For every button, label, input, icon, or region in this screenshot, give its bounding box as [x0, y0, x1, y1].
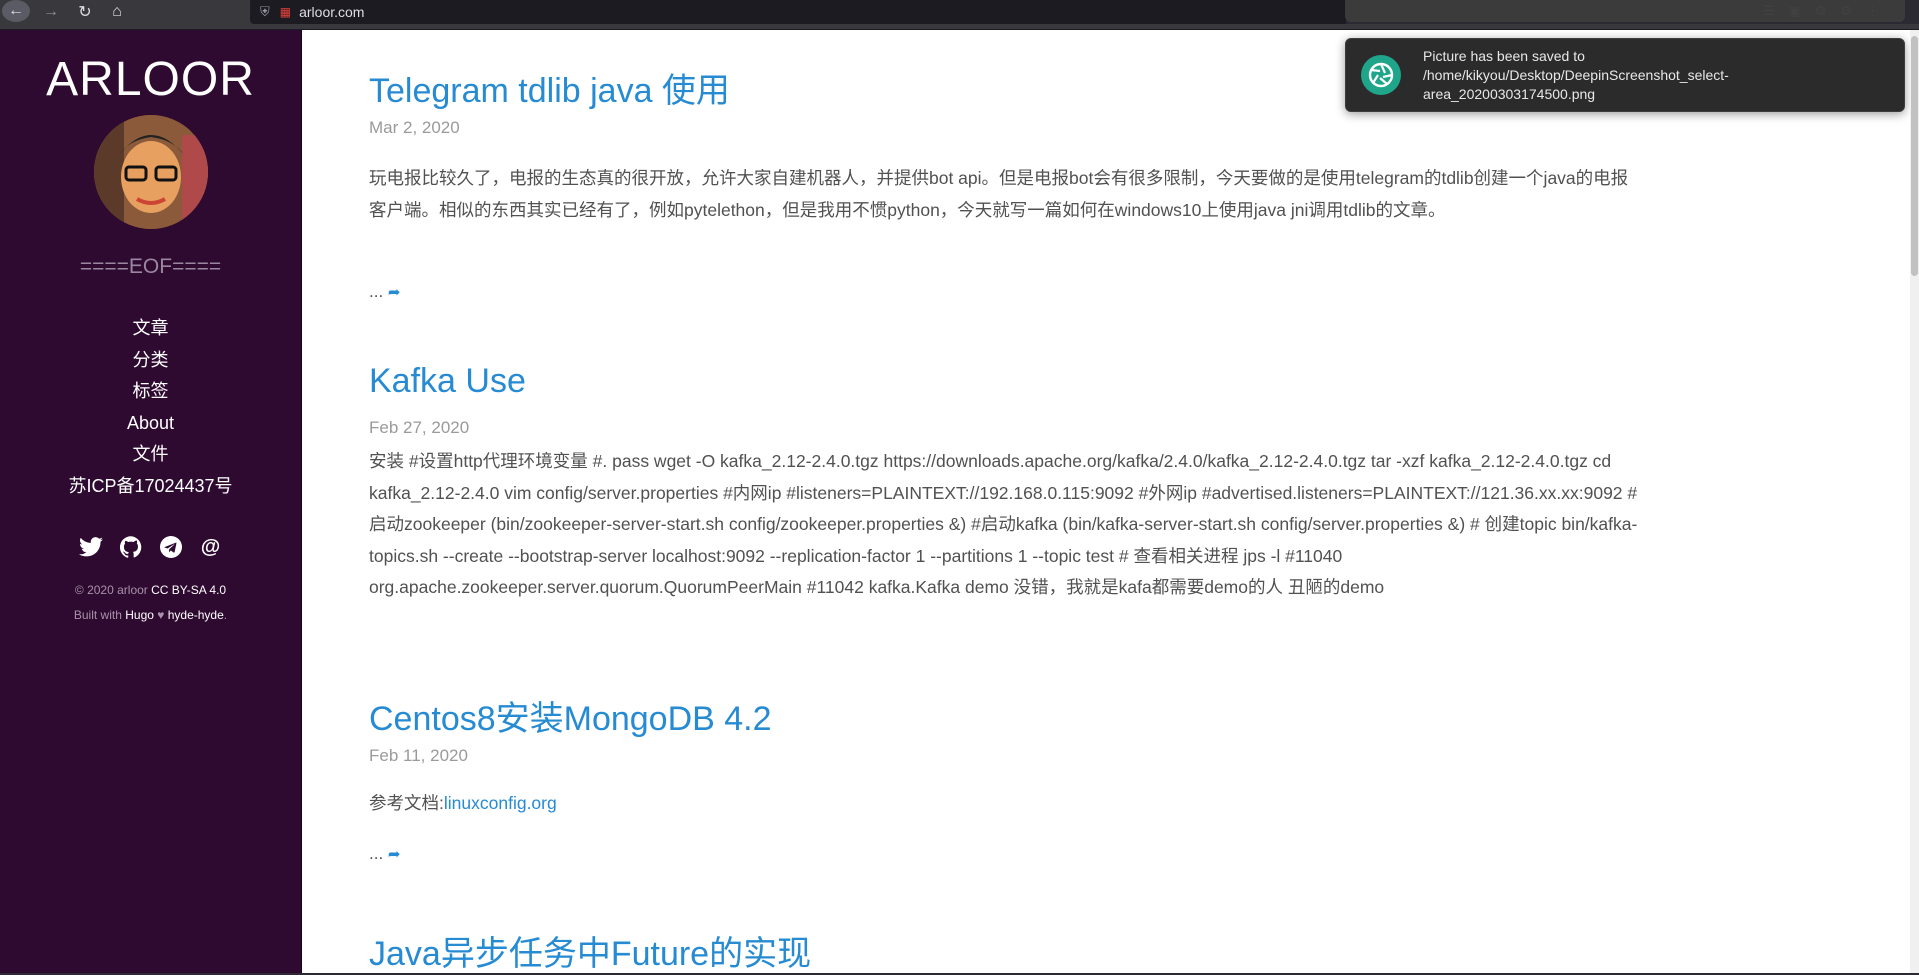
social-links: @: [0, 534, 301, 560]
post-title-link[interactable]: Java异步任务中Future的实现: [369, 926, 811, 975]
sidebar-item-categories[interactable]: 分类: [0, 345, 301, 377]
site-info-icon[interactable]: ▦: [280, 5, 291, 19]
sidebar-item-about[interactable]: About: [0, 408, 301, 440]
hugo-link[interactable]: Hugo: [125, 608, 154, 622]
arrow-right-icon: →: [43, 3, 59, 20]
sidebar-item-icp[interactable]: 苏ICP备17024437号: [0, 471, 301, 503]
scrollbar-thumb[interactable]: [1911, 36, 1918, 276]
home-button[interactable]: ⌂: [102, 0, 132, 24]
post-date: Feb 11, 2020: [369, 746, 468, 765]
web-page: ARLOOR ====EOF==== 文章 分类 标签 About 文件 苏IC…: [0, 30, 1910, 973]
twitter-icon[interactable]: [78, 534, 104, 560]
sidebar-nav: 文章 分类 标签 About 文件 苏ICP备17024437号: [0, 313, 301, 502]
post-date: Mar 2, 2020: [369, 118, 460, 137]
screenshot-notification[interactable]: Picture has been saved to /home/kikyou/D…: [1345, 38, 1905, 112]
share-arrow-icon[interactable]: ➦: [388, 284, 401, 301]
arrow-left-icon: ←: [8, 2, 24, 19]
shield-icon: ⛨: [260, 4, 270, 19]
read-more: ... ➦: [369, 844, 400, 864]
reload-button[interactable]: ↻: [70, 0, 100, 24]
post-summary-text: 参考文档:: [369, 793, 444, 813]
home-icon: ⌂: [112, 3, 122, 20]
reload-icon: ↻: [78, 4, 92, 21]
post-date: Feb 27, 2020: [369, 418, 470, 437]
post-title-link[interactable]: Telegram tdlib java 使用: [369, 63, 730, 112]
post-summary: 参考文档:linuxconfig.org: [369, 788, 1639, 820]
heart-icon: ♥: [157, 608, 165, 622]
read-more-ellipsis: ...: [369, 844, 384, 863]
camera-shutter-icon: [1361, 55, 1401, 95]
built-with-text: Built with: [73, 608, 122, 622]
telegram-icon[interactable]: [158, 534, 184, 560]
sidebar: ARLOOR ====EOF==== 文章 分类 标签 About 文件 苏IC…: [0, 30, 302, 973]
email-icon[interactable]: @: [198, 534, 224, 560]
forward-button[interactable]: →: [36, 0, 66, 24]
url-text: arloor.com: [299, 4, 365, 20]
github-icon[interactable]: [118, 534, 144, 560]
theme-link[interactable]: hyde-hyde: [168, 608, 224, 622]
copyright-text: © 2020 arloor: [74, 583, 148, 597]
sidebar-item-tags[interactable]: 标签: [0, 376, 301, 408]
site-tagline: ====EOF====: [79, 255, 222, 278]
reference-link[interactable]: linuxconfig.org: [444, 793, 557, 813]
sidebar-item-files[interactable]: 文件: [0, 439, 301, 471]
read-more: ... ➦: [369, 282, 400, 302]
post-title-link[interactable]: Kafka Use: [369, 362, 526, 401]
post-summary: 玩电报比较久了，电报的生态真的很开放，允许大家自建机器人，并提供bot api。…: [369, 168, 1629, 220]
site-brand[interactable]: ARLOOR: [0, 52, 301, 107]
notification-text: Picture has been saved to /home/kikyou/D…: [1423, 47, 1729, 102]
license-link[interactable]: CC BY-SA 4.0: [151, 583, 226, 597]
back-button[interactable]: ←: [2, 0, 30, 22]
built-with-period: .: [223, 608, 228, 622]
sidebar-item-articles[interactable]: 文章: [0, 313, 301, 345]
post-summary: 安装 #设置http代理环境变量 #. pass wget -O kafka_2…: [369, 451, 1638, 598]
notification-ghost: [1345, 0, 1905, 22]
read-more-ellipsis: ...: [369, 282, 384, 301]
copyright: © 2020 arloor CC BY-SA 4.0 Built with Hu…: [0, 578, 301, 628]
post-title-link[interactable]: Centos8安装MongoDB 4.2: [369, 691, 772, 740]
share-arrow-icon[interactable]: ➦: [388, 846, 401, 863]
avatar: [93, 115, 208, 229]
